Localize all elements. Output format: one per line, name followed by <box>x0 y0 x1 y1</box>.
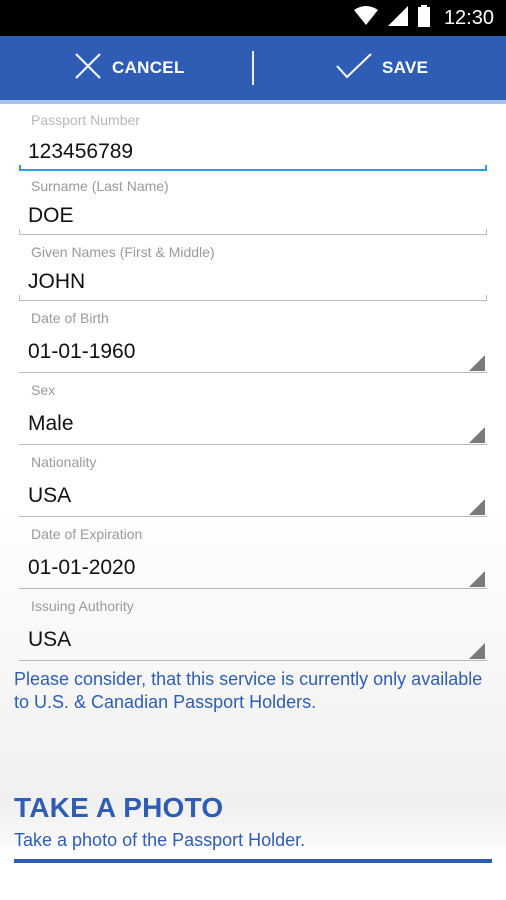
passport-number-field[interactable]: Passport Number 123456789 <box>19 108 487 174</box>
given-names-label: Given Names (First & Middle) <box>31 244 215 260</box>
surname-value[interactable]: DOE <box>28 204 74 228</box>
nationality-underline <box>19 516 487 517</box>
nationality-field[interactable]: Nationality USA <box>19 452 487 522</box>
dropdown-arrow-icon <box>469 499 485 515</box>
action-bar: CANCEL SAVE <box>0 36 506 104</box>
status-bar: 12:30 <box>0 0 506 36</box>
save-label: SAVE <box>382 58 429 77</box>
issuing-authority-underline <box>19 660 487 661</box>
take-photo-title[interactable]: TAKE A PHOTO <box>14 792 223 824</box>
cancel-label: CANCEL <box>112 58 185 77</box>
clock: 12:30 <box>443 6 494 29</box>
surname-label: Surname (Last Name) <box>31 178 169 194</box>
battery-icon <box>417 4 430 32</box>
wifi-icon <box>353 5 378 31</box>
sex-underline <box>19 444 487 445</box>
date-of-expiration-underline <box>19 588 487 589</box>
sex-label: Sex <box>31 382 56 398</box>
sex-value[interactable]: Male <box>28 412 74 436</box>
save-button[interactable]: SAVE <box>336 36 428 100</box>
service-notice: Please consider, that this service is cu… <box>14 669 483 712</box>
given-names-value[interactable]: JOHN <box>28 270 85 294</box>
take-photo-underline <box>14 859 492 863</box>
dropdown-arrow-icon <box>469 427 485 443</box>
date-of-birth-label: Date of Birth <box>31 310 109 326</box>
signal-icon <box>387 5 408 31</box>
cancel-button[interactable]: CANCEL <box>74 36 185 100</box>
date-of-birth-field[interactable]: Date of Birth 01-01-1960 <box>19 308 487 378</box>
date-of-expiration-value[interactable]: 01-01-2020 <box>28 556 135 580</box>
close-icon <box>74 52 112 85</box>
date-of-expiration-label: Date of Expiration <box>31 526 143 542</box>
nationality-value[interactable]: USA <box>28 484 71 508</box>
take-photo-subtitle: Take a photo of the Passport Holder. <box>14 830 306 850</box>
date-of-birth-value[interactable]: 01-01-1960 <box>28 340 135 364</box>
nationality-label: Nationality <box>31 454 97 470</box>
status-icons: 12:30 <box>353 0 494 36</box>
passport-number-label: Passport Number <box>31 112 140 128</box>
surname-field[interactable]: Surname (Last Name) DOE <box>19 176 487 242</box>
passport-number-underline <box>19 165 487 171</box>
given-names-field[interactable]: Given Names (First & Middle) JOHN <box>19 242 487 308</box>
dropdown-arrow-icon <box>469 355 485 371</box>
sex-field[interactable]: Sex Male <box>19 380 487 450</box>
date-of-expiration-field[interactable]: Date of Expiration 01-01-2020 <box>19 524 487 594</box>
passport-number-value[interactable]: 123456789 <box>28 140 133 164</box>
surname-underline <box>19 229 487 235</box>
given-names-underline <box>19 295 487 301</box>
check-icon <box>336 52 382 84</box>
form-content: Passport Number 123456789 Surname (Last … <box>0 104 506 900</box>
action-divider <box>252 51 254 85</box>
dropdown-arrow-icon <box>469 643 485 659</box>
dropdown-arrow-icon <box>469 571 485 587</box>
issuing-authority-label: Issuing Authority <box>31 598 134 614</box>
date-of-birth-underline <box>19 372 487 373</box>
issuing-authority-field[interactable]: Issuing Authority USA <box>19 596 487 666</box>
issuing-authority-value[interactable]: USA <box>28 628 71 652</box>
